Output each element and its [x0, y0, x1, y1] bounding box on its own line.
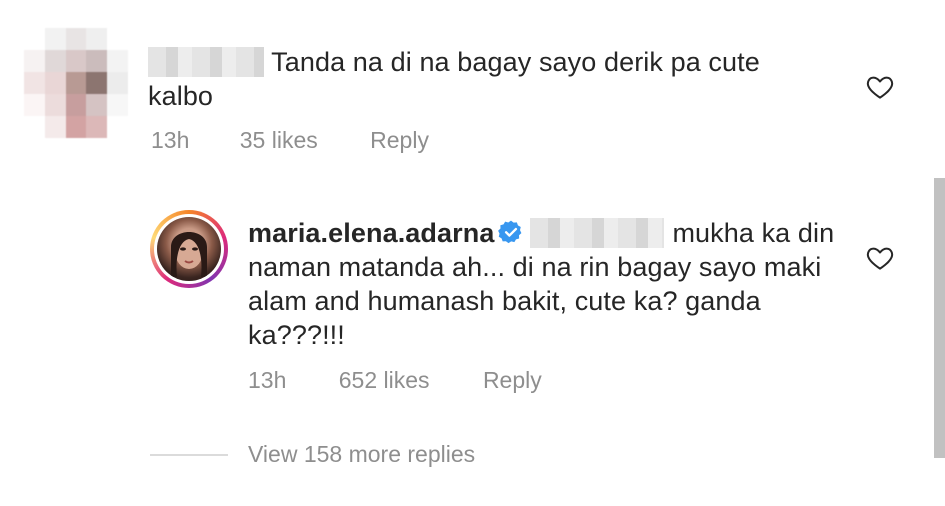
comment-1-body: Tanda na di na bagay sayo derik pa cute … [148, 45, 828, 113]
scrollbar-thumb[interactable] [934, 178, 945, 458]
heart-outline-icon[interactable] [865, 72, 895, 102]
avatar-story-ring[interactable] [150, 210, 228, 288]
comment-1-reply-button[interactable]: Reply [370, 127, 429, 154]
avatar-photo [157, 217, 221, 281]
avatar-blurred[interactable] [24, 28, 128, 138]
view-more-divider [150, 454, 228, 456]
avatar-inner [154, 214, 224, 284]
verified-badge-icon [498, 220, 522, 244]
comment-2-meta: 13h 652 likes Reply [248, 367, 542, 394]
comment-2-likes[interactable]: 652 likes [339, 367, 430, 394]
comment-2-username[interactable]: maria.elena.adarna [248, 218, 494, 248]
heart-outline-icon[interactable] [865, 243, 895, 273]
comment-2-text-line1: mukha ka [672, 218, 791, 248]
comment-2-time: 13h [248, 367, 287, 393]
comment-2-reply-button[interactable]: Reply [483, 367, 542, 394]
comment-2-body: maria.elena.adarna mukha ka din naman ma… [248, 216, 848, 352]
comment-1-time: 13h [151, 127, 190, 153]
view-more-replies-button[interactable]: View 158 more replies [248, 441, 475, 468]
comment-1-likes[interactable]: 35 likes [240, 127, 318, 154]
avatar-face-graphic [171, 232, 207, 277]
redacted-mention [530, 218, 665, 248]
redacted-username [148, 47, 264, 77]
comment-1-meta: 13h 35 likes Reply [151, 127, 429, 154]
